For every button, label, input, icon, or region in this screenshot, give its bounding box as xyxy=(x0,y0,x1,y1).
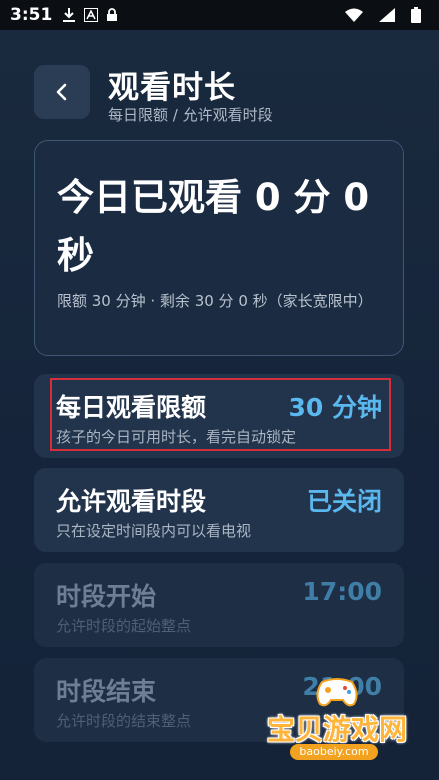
row-title: 时段开始 xyxy=(56,582,157,611)
chevron-left-icon xyxy=(56,83,67,101)
row-desc: 孩子的今日可用时长，看完自动锁定 xyxy=(56,428,297,446)
limit-remaining-note: 限额 30 分钟 · 剩余 30 分 0 秒（家长宽限中） xyxy=(57,292,373,310)
watermark-url: baobeiy.com xyxy=(290,744,378,760)
status-time: 3:51 xyxy=(10,5,53,25)
row-value: 17:00 xyxy=(302,577,382,606)
watched-today-text: 今日已观看 0 分 0 秒 xyxy=(57,176,370,277)
daily-limit-row[interactable]: 每日观看限额 孩子的今日可用时长，看完自动锁定 30 分钟 xyxy=(34,374,404,458)
watch-summary-card: 今日已观看 0 分 0 秒 限额 30 分钟 · 剩余 30 分 0 秒（家长宽… xyxy=(34,140,404,356)
font-icon xyxy=(84,8,99,22)
lock-icon xyxy=(106,8,118,22)
row-value: 30 分钟 xyxy=(288,393,383,422)
signal-icon xyxy=(379,8,395,22)
download-icon xyxy=(62,7,76,23)
row-title: 允许观看时段 xyxy=(56,487,207,516)
row-title: 时段结束 xyxy=(56,677,157,706)
watermark-name: 宝贝游戏网 xyxy=(266,713,407,746)
page-subtitle: 每日限额 / 允许观看时段 xyxy=(108,106,273,124)
gamepad-logo-icon xyxy=(316,678,358,707)
period-start-row: 时段开始 允许时段的起始整点 17:00 xyxy=(34,563,404,647)
battery-icon xyxy=(411,7,421,23)
row-desc: 只在设定时间段内可以看电视 xyxy=(56,522,252,540)
wifi-icon xyxy=(345,8,363,22)
row-desc: 允许时段的起始整点 xyxy=(56,617,192,635)
status-bar: 3:51 xyxy=(0,0,439,30)
watermark: 宝贝游戏网 baobeiy.com xyxy=(262,672,412,764)
back-button[interactable] xyxy=(34,65,90,119)
page-title: 观看时长 xyxy=(108,70,236,106)
row-title: 每日观看限额 xyxy=(56,393,207,422)
row-desc: 允许时段的结束整点 xyxy=(56,712,192,730)
allowed-period-row[interactable]: 允许观看时段 只在设定时间段内可以看电视 已关闭 xyxy=(34,468,404,552)
row-value: 已关闭 xyxy=(306,487,382,516)
